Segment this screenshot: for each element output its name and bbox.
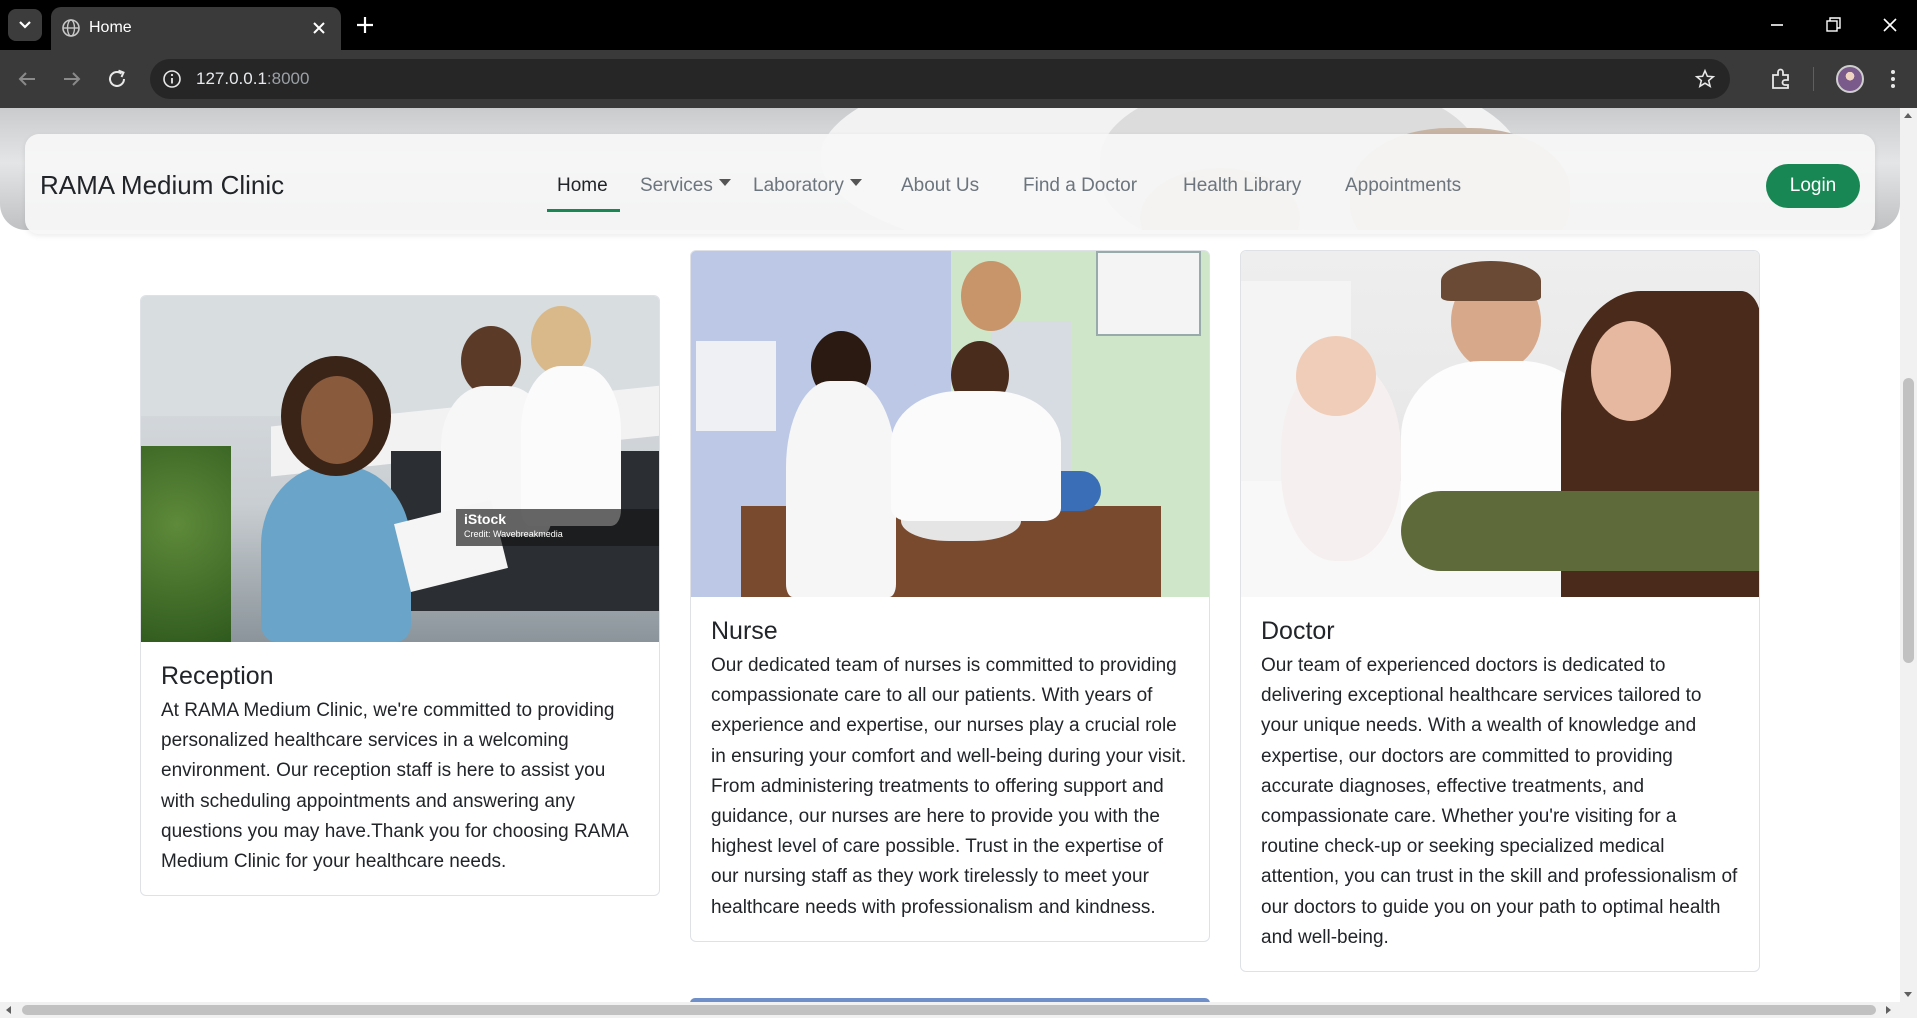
card-title-doctor: Doctor: [1261, 617, 1335, 645]
profile-avatar[interactable]: [1836, 65, 1864, 93]
extensions-icon[interactable]: [1768, 66, 1794, 92]
toolbar-divider: [1813, 67, 1814, 91]
url-text: 127.0.0.1:8000: [196, 69, 309, 89]
browser-tab-strip: Home: [0, 0, 1917, 50]
vertical-scrollbar[interactable]: [1900, 108, 1917, 1002]
minimize-icon[interactable]: [1765, 13, 1789, 37]
forward-arrow-icon[interactable]: [60, 67, 84, 91]
card-title-reception: Reception: [161, 662, 274, 690]
window-close-icon[interactable]: [1878, 13, 1902, 37]
restore-icon[interactable]: [1821, 13, 1845, 37]
chevron-down-icon: [19, 21, 31, 29]
istock-watermark: iStock Credit: Wavebreakmedia: [456, 509, 659, 546]
horizontal-scrollbar[interactable]: [0, 1002, 1917, 1018]
card-title-nurse: Nurse: [711, 617, 778, 645]
browser-toolbar: 127.0.0.1:8000: [0, 50, 1917, 108]
card-reception: iStock Credit: Wavebreakmedia Reception …: [140, 295, 660, 897]
card-nurse: Nurse Our dedicated team of nurses is co…: [690, 250, 1210, 942]
page-viewport: RAMA Medium Clinic Home Services Laborat…: [0, 108, 1900, 1002]
nav-about-us[interactable]: About Us: [901, 174, 979, 198]
main-navbar: RAMA Medium Clinic Home Services Laborat…: [25, 134, 1875, 234]
nav-laboratory-label: Laboratory: [753, 175, 844, 196]
active-nav-underline: [547, 209, 620, 212]
card-doctor: Doctor Our team of experienced doctors i…: [1240, 250, 1760, 973]
bookmark-star-icon[interactable]: [1694, 68, 1716, 90]
nav-services-label: Services: [640, 175, 713, 196]
reload-icon[interactable]: [105, 67, 129, 91]
nav-services-dropdown[interactable]: Services: [640, 174, 731, 198]
menu-kebab-icon[interactable]: [1880, 66, 1906, 92]
caret-down-icon: [718, 179, 731, 187]
globe-icon: [62, 19, 80, 37]
url-host: 127.0.0.1: [196, 69, 267, 88]
login-button[interactable]: Login: [1766, 164, 1860, 208]
tab-title: Home: [89, 19, 132, 36]
horizontal-scroll-thumb[interactable]: [22, 1005, 1876, 1015]
card-text-reception: At RAMA Medium Clinic, we're committed t…: [161, 700, 628, 873]
reception-photo: iStock Credit: Wavebreakmedia: [141, 296, 659, 642]
card-text-nurse: Our dedicated team of nurses is committe…: [711, 655, 1187, 918]
site-info-icon[interactable]: [162, 69, 182, 89]
browser-tab-home[interactable]: Home: [51, 7, 341, 50]
vertical-scroll-thumb[interactable]: [1903, 378, 1914, 663]
doctor-photo: [1241, 251, 1759, 597]
new-tab-icon[interactable]: [353, 13, 377, 37]
nav-appointments[interactable]: Appointments: [1345, 174, 1461, 198]
nurse-photo: [691, 251, 1209, 597]
card-text-doctor: Our team of experienced doctors is dedic…: [1261, 655, 1738, 948]
nav-home[interactable]: Home: [557, 174, 608, 198]
nav-health-library[interactable]: Health Library: [1183, 174, 1301, 198]
nav-laboratory-dropdown[interactable]: Laboratory: [753, 174, 862, 198]
tab-search-button[interactable]: [8, 9, 42, 41]
caret-down-icon: [849, 179, 862, 187]
brand-logo-text[interactable]: RAMA Medium Clinic: [40, 170, 284, 200]
url-port: :8000: [266, 69, 310, 88]
nav-find-a-doctor[interactable]: Find a Doctor: [1023, 174, 1137, 198]
back-arrow-icon[interactable]: [15, 67, 39, 91]
address-bar[interactable]: 127.0.0.1:8000: [150, 59, 1730, 99]
close-icon[interactable]: [309, 18, 329, 38]
